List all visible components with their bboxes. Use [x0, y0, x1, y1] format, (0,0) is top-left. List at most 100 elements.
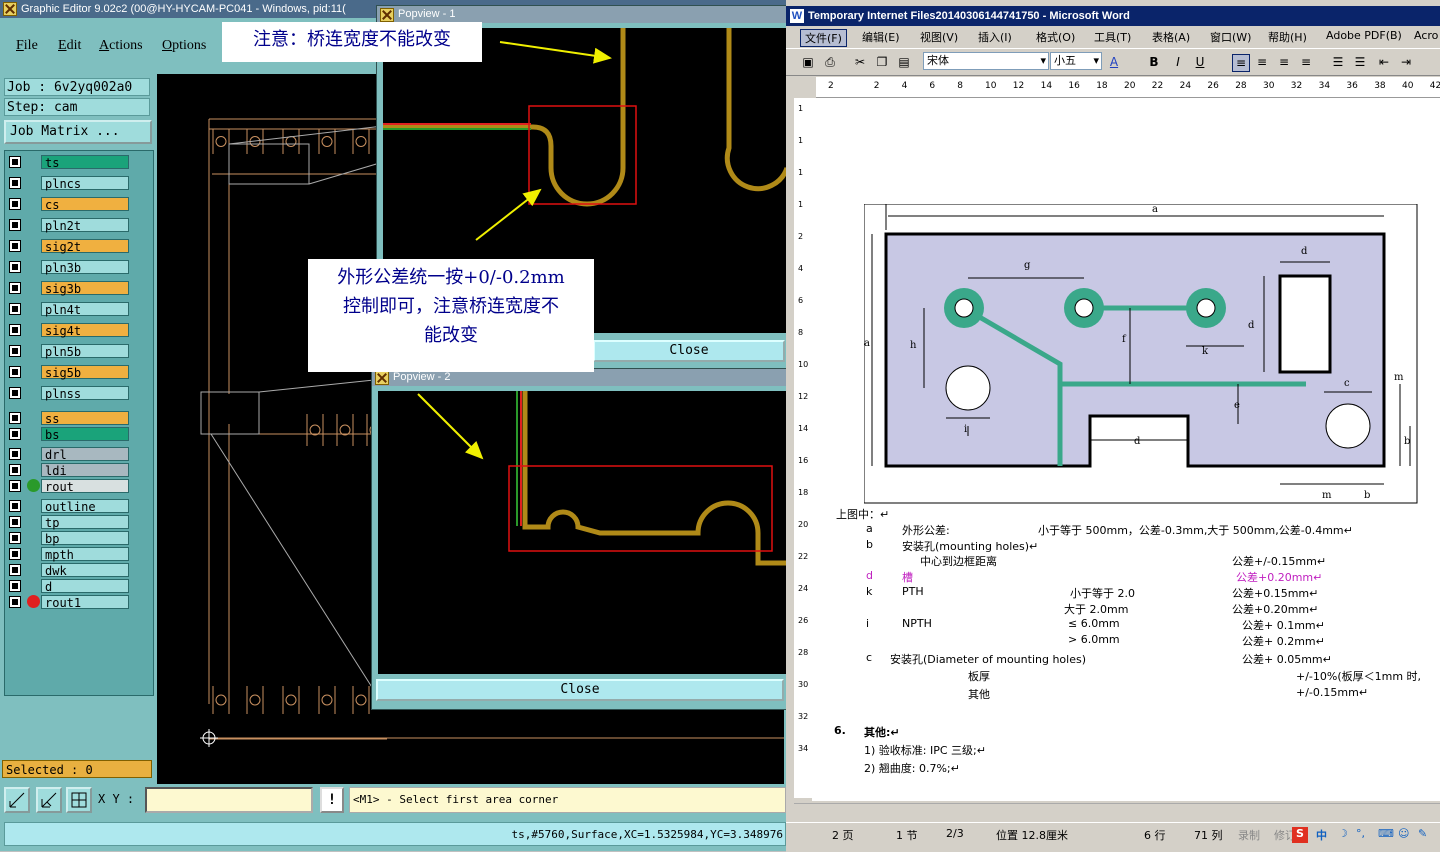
layer-row[interactable]: dwk: [7, 563, 129, 578]
word-menu-tools[interactable]: 工具(T): [1094, 29, 1131, 45]
word-menu-table[interactable]: 表格(A): [1152, 29, 1190, 45]
layer-row[interactable]: pln5b: [7, 344, 129, 359]
increase-indent-icon[interactable]: ⇥: [1398, 54, 1414, 70]
layer-checkbox[interactable]: [9, 580, 21, 592]
layer-row[interactable]: plncs: [7, 176, 129, 191]
layer-name[interactable]: d: [41, 579, 129, 594]
layer-row[interactable]: cs: [7, 197, 129, 212]
layer-checkbox[interactable]: [9, 282, 21, 294]
italic-icon[interactable]: I: [1170, 54, 1186, 70]
menu-edit[interactable]: Edit: [58, 38, 81, 54]
layer-checkbox[interactable]: [9, 366, 21, 378]
keyboard-icon[interactable]: ⌨: [1378, 827, 1394, 840]
layer-row[interactable]: bs: [7, 427, 129, 442]
word-menu-edit[interactable]: 编辑(E): [862, 29, 900, 45]
layer-row[interactable]: sig3b: [7, 281, 129, 296]
wrench-icon[interactable]: ✎: [1418, 827, 1427, 840]
layer-name[interactable]: mpth: [41, 547, 129, 562]
word-menu-adobe-pdf[interactable]: Adobe PDF(B): [1326, 29, 1402, 42]
numbered-list-icon[interactable]: ☰: [1330, 54, 1346, 70]
align-justify-icon[interactable]: ≡: [1232, 54, 1250, 72]
layer-checkbox[interactable]: [9, 564, 21, 576]
layer-checkbox[interactable]: [9, 448, 21, 460]
menu-actions[interactable]: Actions: [99, 38, 143, 54]
layer-row[interactable]: bp: [7, 531, 129, 546]
horizontal-ruler[interactable]: 2 2 4 6 8 10 12 14 16 18 20 22 24 26 28 30 32 34 36 38 40 42: [816, 77, 1440, 98]
bullet-list-icon[interactable]: ☰: [1352, 54, 1368, 70]
cut-icon[interactable]: ✂: [852, 54, 868, 70]
layer-checkbox[interactable]: [9, 548, 21, 560]
layer-row[interactable]: pln2t: [7, 218, 129, 233]
layer-name[interactable]: rout1: [41, 595, 129, 610]
popview-2-canvas[interactable]: [378, 391, 786, 674]
layer-checkbox[interactable]: [9, 596, 21, 608]
save-icon[interactable]: ▣: [800, 54, 816, 70]
word-menu-view[interactable]: 视图(V): [920, 29, 958, 45]
ime-mode[interactable]: 中: [1316, 827, 1327, 843]
layer-name[interactable]: plnss: [41, 386, 129, 401]
print-icon[interactable]: ⎙: [822, 54, 838, 70]
layer-name[interactable]: pln2t: [41, 218, 129, 233]
layer-row[interactable]: drl: [7, 447, 129, 462]
layer-row[interactable]: tp: [7, 515, 129, 530]
menu-options[interactable]: Options: [162, 38, 206, 54]
layer-checkbox[interactable]: [9, 156, 21, 168]
layer-checkbox[interactable]: [9, 500, 21, 512]
layer-checkbox[interactable]: [9, 532, 21, 544]
bold-icon[interactable]: B: [1146, 54, 1162, 70]
layer-name[interactable]: outline: [41, 499, 129, 514]
word-horizontal-scrollbar[interactable]: [794, 803, 1440, 822]
layer-row[interactable]: mpth: [7, 547, 129, 562]
layer-row[interactable]: pln4t: [7, 302, 129, 317]
word-menu-insert[interactable]: 插入(I): [978, 29, 1012, 45]
popview-1-close-button[interactable]: Close: [593, 340, 785, 362]
document-page[interactable]: a a g d d h f k i e c m b d m b 上图中：↵ a 外形…: [812, 98, 1440, 801]
layer-row[interactable]: plnss: [7, 386, 129, 401]
xy-input[interactable]: [145, 787, 313, 813]
layer-row[interactable]: outline: [7, 499, 129, 514]
decrease-indent-icon[interactable]: ⇤: [1376, 54, 1392, 70]
word-menu-file[interactable]: 文件(F): [800, 29, 847, 47]
punctuation-icon[interactable]: °,: [1356, 827, 1365, 840]
user-icon[interactable]: ☺: [1398, 827, 1409, 840]
paste-icon[interactable]: ▤: [896, 54, 912, 70]
popview-2-close-button[interactable]: Close: [376, 679, 784, 701]
moon-icon[interactable]: ☽: [1338, 827, 1348, 840]
layer-name[interactable]: pln5b: [41, 344, 129, 359]
layer-checkbox[interactable]: [9, 387, 21, 399]
layer-name[interactable]: bs: [41, 427, 129, 442]
layer-row[interactable]: d: [7, 579, 129, 594]
font-color-icon[interactable]: A: [1106, 54, 1122, 70]
vertical-ruler[interactable]: 1 1 1 1 2 4 6 8 10 12 14 16 18 20 22 24 26 28 30 32 34: [794, 98, 812, 798]
layer-row[interactable]: sig4t: [7, 323, 129, 338]
layer-name[interactable]: cs: [41, 197, 129, 212]
layer-name[interactable]: dwk: [41, 563, 129, 578]
layer-checkbox[interactable]: [9, 261, 21, 273]
layer-checkbox[interactable]: [9, 480, 21, 492]
layer-name[interactable]: sig3b: [41, 281, 129, 296]
layer-name[interactable]: rout: [41, 479, 129, 494]
layer-row[interactable]: ts: [7, 155, 129, 170]
layer-row[interactable]: ss: [7, 411, 129, 426]
menu-file[interactable]: File: [16, 38, 38, 54]
layer-checkbox[interactable]: [9, 412, 21, 424]
layer-row[interactable]: pln3b: [7, 260, 129, 275]
font-size-combo[interactable]: 小五 ▾: [1050, 52, 1102, 70]
layer-name[interactable]: plncs: [41, 176, 129, 191]
popview-1-titlebar[interactable]: Popview - 1: [377, 6, 787, 23]
underline-icon[interactable]: U: [1192, 54, 1208, 70]
align-distributed-icon[interactable]: ≡: [1298, 54, 1314, 70]
align-right-icon[interactable]: ≡: [1276, 54, 1292, 70]
zoom-tool-button[interactable]: [4, 787, 30, 813]
measure-tool-button[interactable]: [36, 787, 62, 813]
layer-name[interactable]: pln4t: [41, 302, 129, 317]
exclamation-button[interactable]: !: [320, 787, 344, 813]
job-matrix-button[interactable]: Job Matrix ...: [4, 120, 152, 144]
layer-name[interactable]: tp: [41, 515, 129, 530]
layer-name[interactable]: pln3b: [41, 260, 129, 275]
status-record[interactable]: 录制: [1238, 827, 1260, 843]
layer-row[interactable]: ldi: [7, 463, 129, 478]
grid-tool-button[interactable]: [66, 787, 92, 813]
font-name-combo[interactable]: 宋体 ▾: [923, 52, 1049, 70]
layer-checkbox[interactable]: [9, 240, 21, 252]
